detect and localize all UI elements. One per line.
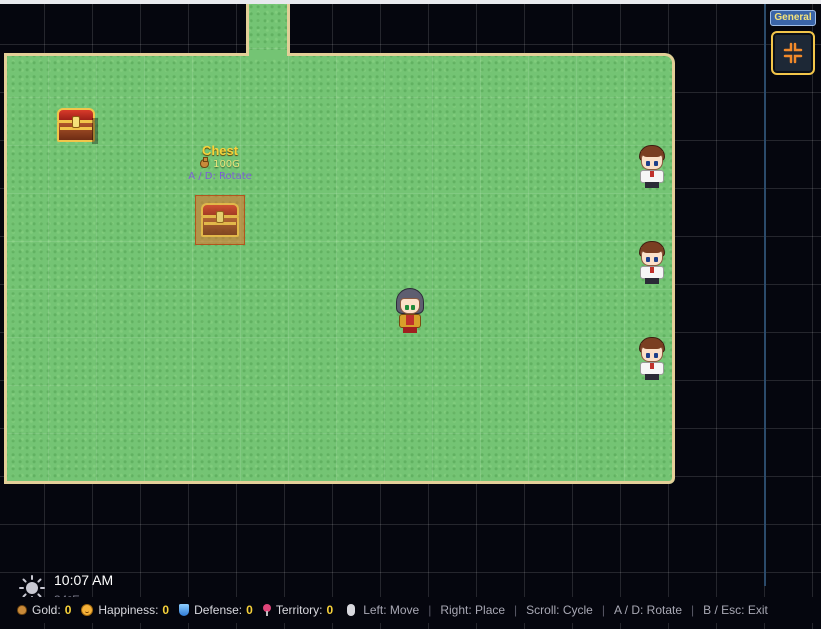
stat-territory-label: Territory: [275, 603, 323, 617]
npc-legs [645, 182, 659, 188]
stat-gold-value: 0 [64, 603, 72, 617]
npc-bangs [641, 247, 663, 253]
npc-villager[interactable] [636, 337, 668, 381]
clock-time: 10:07 AM [54, 572, 114, 588]
npc-legs [645, 374, 659, 380]
control-hint-cycle: Scroll: Cycle [526, 603, 593, 617]
stat-defense-value: 0 [246, 603, 253, 617]
separator: | [601, 603, 605, 617]
player-character[interactable] [393, 288, 427, 334]
npc-legs [645, 278, 659, 284]
npc-bangs [641, 343, 663, 349]
chest-lock [216, 211, 224, 223]
stat-happiness: Happiness: 0 [81, 603, 169, 617]
player-face [400, 298, 420, 314]
npc-eye [646, 353, 650, 358]
chest-lock [72, 116, 80, 128]
smile-icon [81, 604, 94, 616]
player-eye [405, 305, 409, 310]
gold-bag-icon [200, 157, 210, 168]
path-join [249, 50, 287, 58]
pin-icon [262, 604, 271, 616]
placement-preview-tile[interactable] [195, 195, 245, 245]
player-eye [411, 305, 415, 310]
npc-tie [650, 171, 654, 177]
control-hint-move: Left: Move [363, 603, 420, 617]
npc-tie [650, 363, 654, 369]
mode-badge: General [770, 10, 816, 26]
control-hint-rotate: A / D: Rotate [613, 603, 683, 617]
npc-eye [646, 161, 650, 166]
placement-label: Chest 100G A / D: Rotate [170, 143, 270, 182]
gold-bag-icon [17, 605, 27, 615]
stat-gold-label: Gold: [32, 603, 61, 617]
npc-eye [654, 257, 658, 262]
stat-happiness-label: Happiness: [98, 603, 159, 617]
stat-defense-label: Defense: [194, 603, 243, 617]
shield-icon [179, 604, 190, 616]
placement-hint: A / D: Rotate [188, 171, 252, 182]
stat-territory: Territory: 0 [262, 603, 334, 617]
stat-territory-value: 0 [326, 603, 334, 617]
build-tool-button[interactable] [771, 31, 815, 75]
placement-cost-value: 100G [213, 159, 240, 170]
npc-tie [650, 267, 654, 273]
separator: | [428, 603, 432, 617]
npc-eye [654, 353, 658, 358]
player-sash [406, 315, 414, 325]
chest-shadow [92, 118, 98, 144]
status-bar: Gold: 0 Happiness: 0 Defense: 0 Territor… [0, 597, 821, 623]
npc-bangs [641, 151, 663, 157]
north-path[interactable] [246, 4, 290, 56]
grass-field[interactable] [4, 53, 675, 484]
stat-defense: Defense: 0 [179, 603, 253, 617]
window-top-strip [0, 0, 821, 4]
control-hint-place: Right: Place [440, 603, 506, 617]
stat-gold: Gold: 0 [17, 603, 71, 617]
separator: | [691, 603, 695, 617]
ghost-chest [200, 203, 240, 239]
control-hint-exit: B / Esc: Exit [703, 603, 768, 617]
player-legs [403, 327, 417, 333]
placed-chest[interactable] [56, 108, 98, 144]
stat-happiness-value: 0 [162, 603, 170, 617]
panel-divider [764, 4, 766, 586]
npc-villager[interactable] [636, 241, 668, 285]
placement-title: Chest [201, 143, 239, 158]
npc-eye [646, 257, 650, 262]
npc-villager[interactable] [636, 145, 668, 189]
placement-cost: 100G [170, 157, 270, 170]
game-viewport[interactable]: Chest 100G A / D: Rotate General 10:07 A… [0, 0, 821, 629]
npc-eye [654, 161, 658, 166]
build-tool-icon [783, 42, 803, 64]
mouse-icon [347, 604, 356, 616]
separator: | [514, 603, 518, 617]
